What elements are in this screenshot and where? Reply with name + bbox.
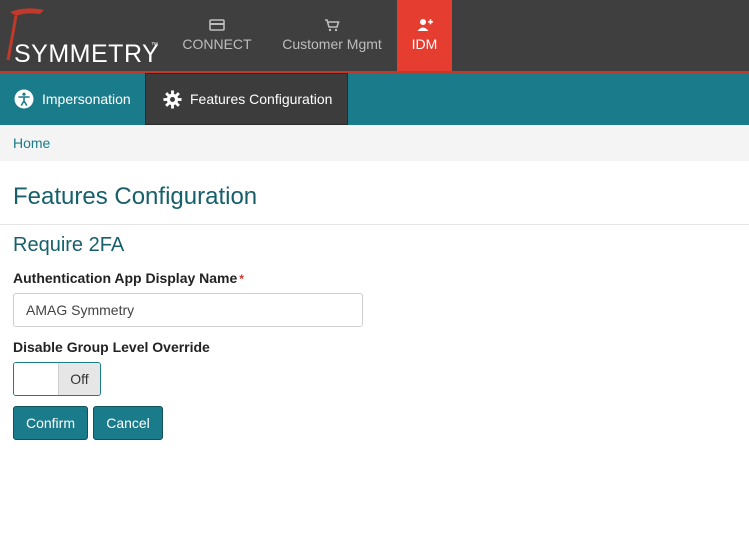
breadcrumb-home-link[interactable]: Home	[13, 135, 50, 151]
symmetry-logo[interactable]: SYMMETRY ™	[4, 4, 164, 68]
breadcrumb: Home	[0, 125, 749, 161]
tab-impersonation[interactable]: Impersonation	[0, 73, 145, 125]
toggle-knob	[14, 363, 58, 395]
auth-app-name-label-text: Authentication App Display Name	[13, 270, 238, 286]
nav-customer-mgmt[interactable]: Customer Mgmt	[272, 0, 392, 71]
nav-idm[interactable]: IDM	[397, 0, 452, 71]
section-title: Require 2FA	[13, 234, 125, 256]
auth-app-name-input[interactable]	[13, 293, 363, 327]
tab-impersonation-label: Impersonation	[42, 91, 131, 107]
sub-navbar: Impersonation Features Configuration	[0, 73, 749, 125]
confirm-button[interactable]: Confirm	[13, 406, 88, 440]
cart-icon	[325, 19, 340, 32]
page-title: Features Configuration	[13, 183, 258, 210]
auth-app-name-label: Authentication App Display Name *	[13, 270, 244, 286]
nav-customer-mgmt-label: Customer Mgmt	[282, 36, 382, 52]
card-icon	[209, 19, 225, 31]
gear-icon	[163, 89, 182, 109]
group-override-toggle[interactable]: Off	[13, 362, 101, 396]
trademark: ™	[151, 42, 158, 49]
title-divider	[0, 224, 749, 225]
group-override-label: Disable Group Level Override	[13, 339, 210, 355]
required-marker: *	[239, 272, 244, 286]
top-navbar: SYMMETRY ™ CONNECT Customer Mgmt IDM	[0, 0, 749, 73]
tab-features-configuration[interactable]: Features Configuration	[145, 73, 348, 125]
tab-features-configuration-label: Features Configuration	[190, 91, 333, 107]
nav-connect-label: CONNECT	[182, 36, 252, 52]
cancel-button[interactable]: Cancel	[93, 406, 163, 440]
nav-connect[interactable]: CONNECT	[172, 0, 262, 71]
toggle-state-label: Off	[58, 363, 100, 395]
accessibility-icon	[14, 89, 34, 109]
nav-idm-label: IDM	[411, 36, 438, 52]
brand-name: SYMMETRY	[14, 40, 160, 68]
user-plus-icon	[417, 19, 433, 31]
